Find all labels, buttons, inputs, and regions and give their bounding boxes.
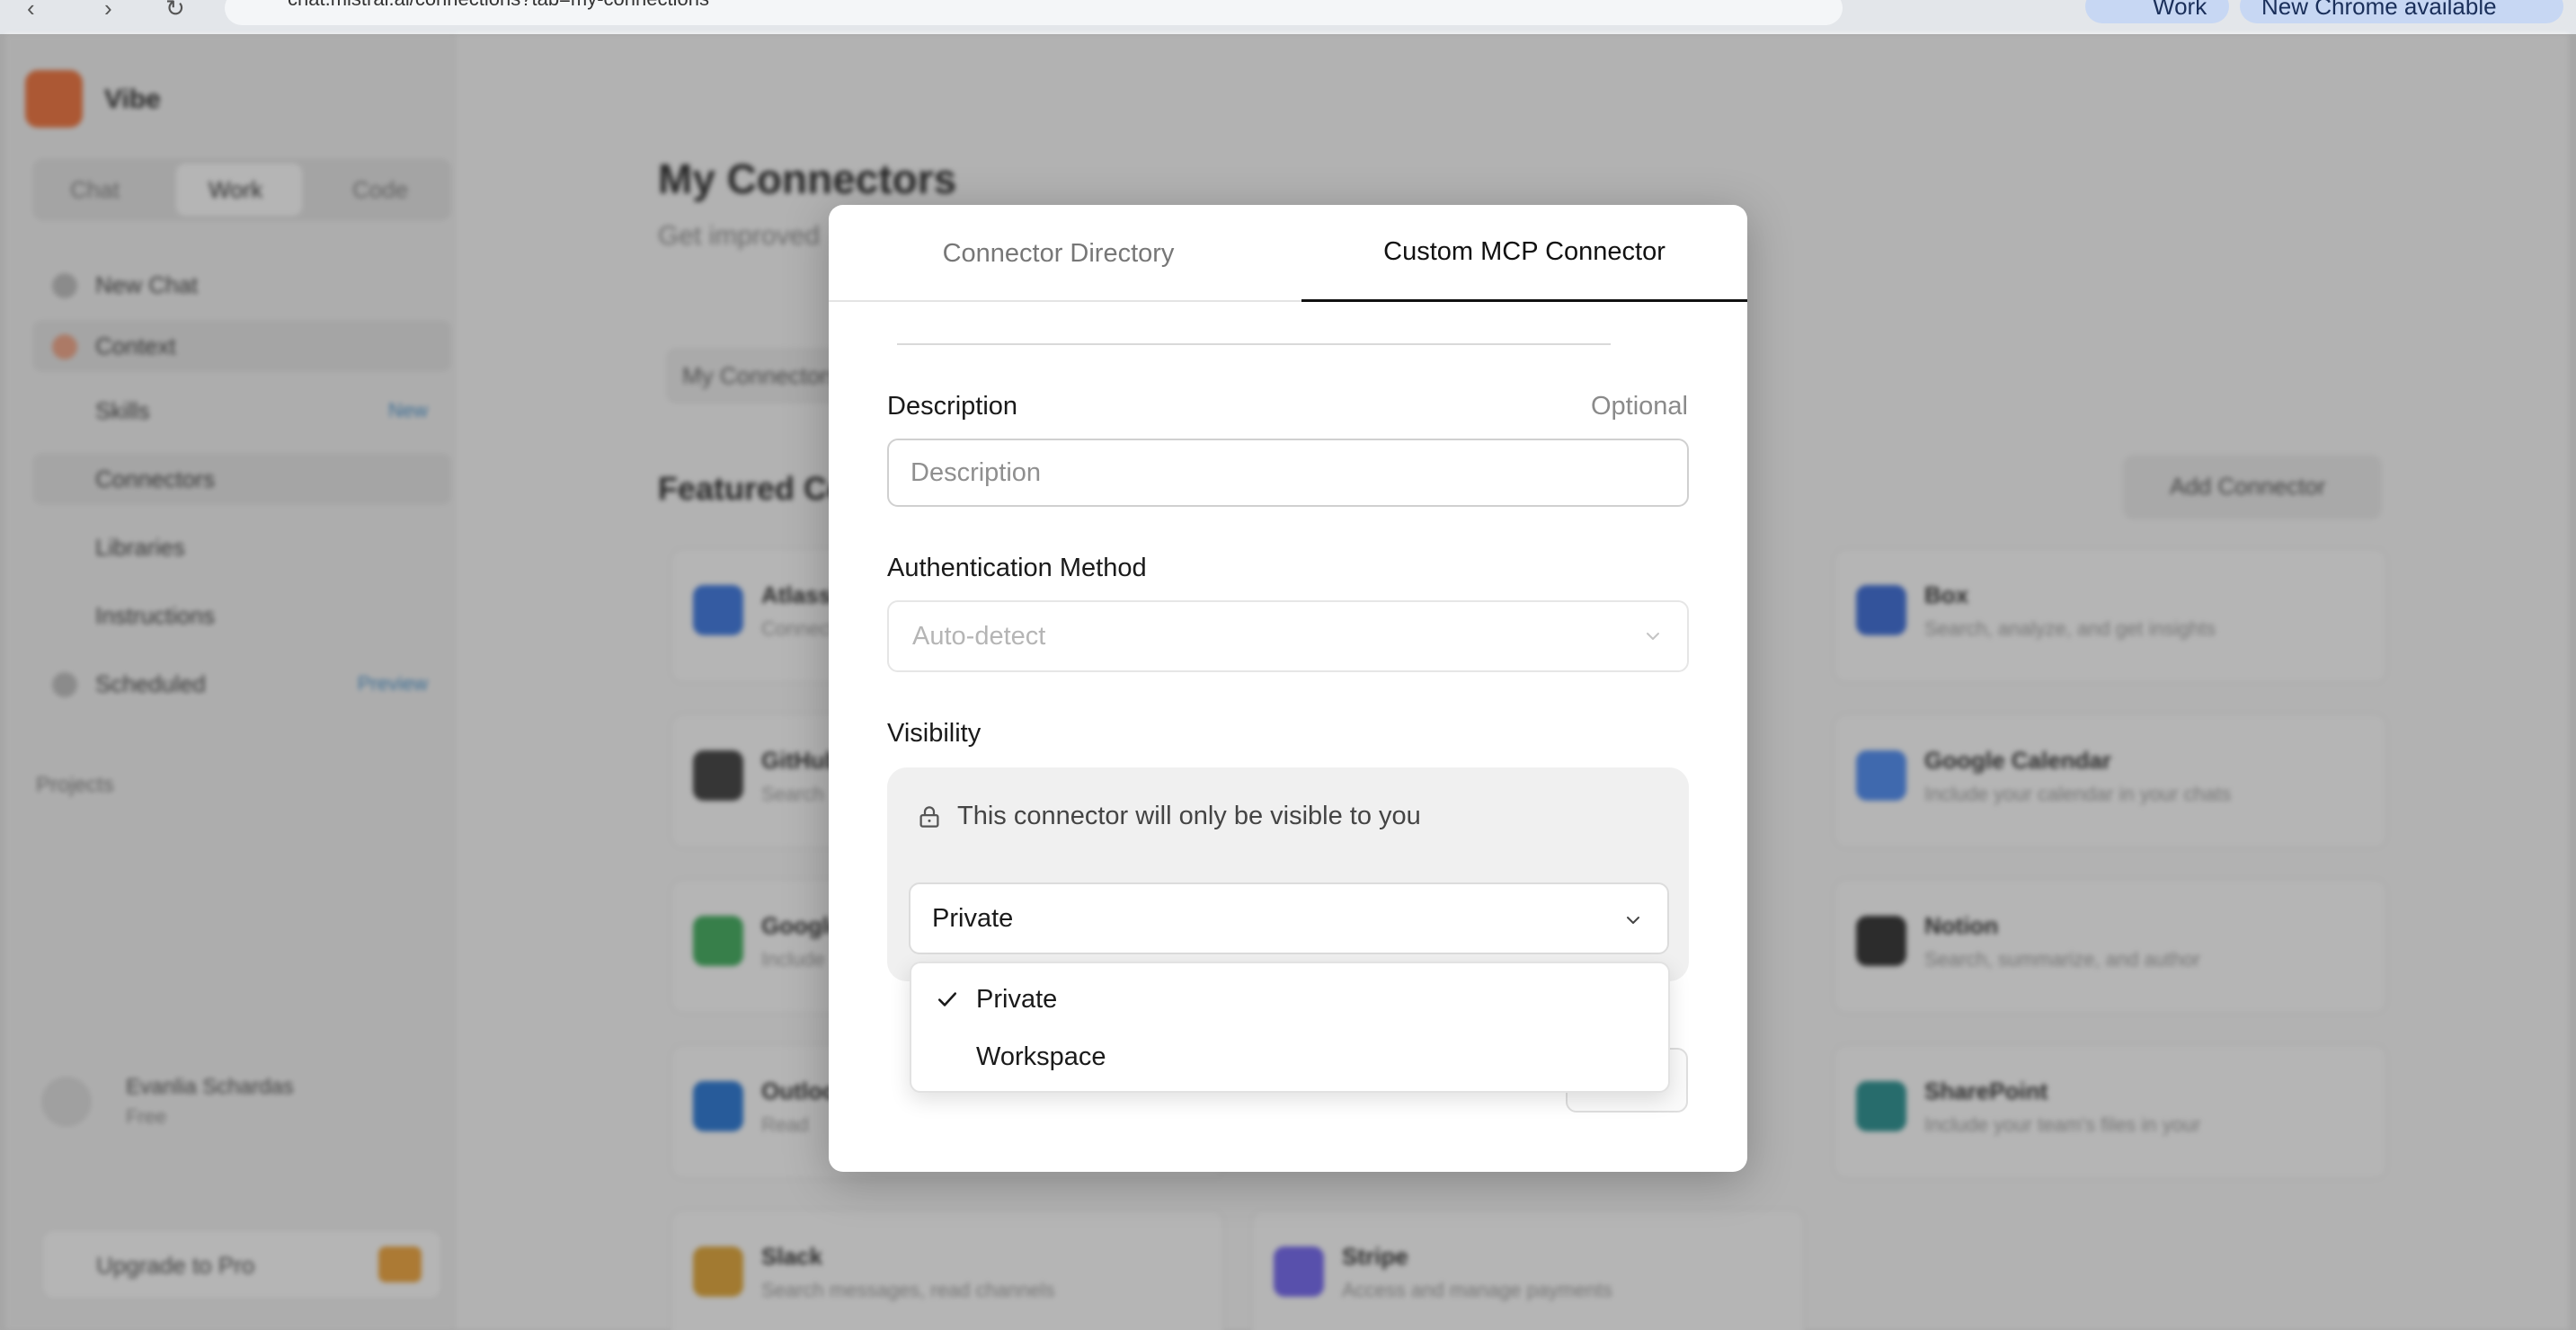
back-icon[interactable]: ‹ <box>27 0 35 22</box>
visibility-dropdown-menu: Private Workspace <box>910 962 1670 1093</box>
auth-method-value: Auto-detect <box>912 622 1046 651</box>
description-input[interactable] <box>887 439 1689 507</box>
url-text: chat.mistral.ai/connections?tab=my-conne… <box>288 0 709 11</box>
auth-method-select: Auto-detect <box>887 600 1689 672</box>
auth-method-label: Authentication Method <box>887 554 1147 582</box>
update-label: New Chrome available <box>2261 0 2497 20</box>
browser-toolbar: ‹ › ↻ chat.mistral.ai/connections?tab=my… <box>0 0 2576 34</box>
option-label: Workspace <box>976 1042 1106 1071</box>
lock-icon <box>916 803 943 830</box>
profile-label: Work <box>2153 0 2207 20</box>
visibility-note: This connector will only be visible to y… <box>916 802 1421 831</box>
chevron-down-icon <box>1622 909 1644 935</box>
tab-connector-directory[interactable]: Connector Directory <box>829 205 1288 302</box>
check-icon <box>935 987 960 1016</box>
visibility-select[interactable]: Private <box>909 882 1669 954</box>
field-divider <box>897 343 1611 345</box>
visibility-label: Visibility <box>887 719 982 748</box>
option-private[interactable]: Private <box>911 971 1668 1026</box>
chevron-down-icon <box>1642 625 1664 652</box>
option-label: Private <box>976 985 1058 1014</box>
tab-custom-mcp-connector[interactable]: Custom MCP Connector <box>1301 205 1747 302</box>
visibility-note-text: This connector will only be visible to y… <box>957 802 1421 830</box>
visibility-selected-value: Private <box>932 904 1014 933</box>
optional-label: Optional <box>1590 392 1688 421</box>
modal-tabs: Connector Directory Custom MCP Connector <box>829 205 1747 302</box>
description-label: Description <box>887 392 1018 421</box>
reload-icon[interactable]: ↻ <box>165 0 185 22</box>
forward-icon[interactable]: › <box>104 0 112 22</box>
option-workspace[interactable]: Workspace <box>911 1028 1668 1084</box>
visibility-panel: This connector will only be visible to y… <box>887 767 1689 981</box>
